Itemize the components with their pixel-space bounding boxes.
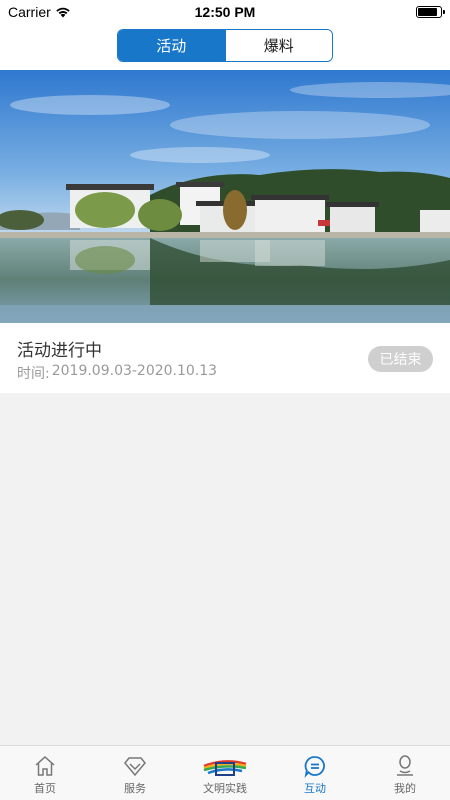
segment-report[interactable]: 爆料 bbox=[224, 30, 332, 61]
activity-time: 时间: 2019.09.03-2020.10.13 bbox=[17, 363, 217, 383]
segmented-control: 活动 爆料 bbox=[117, 29, 333, 62]
segment-activity[interactable]: 活动 bbox=[118, 30, 225, 61]
clock: 12:50 PM bbox=[194, 4, 256, 20]
tab-label: 互动 bbox=[304, 782, 326, 795]
top-navigation: 活动 爆料 bbox=[0, 26, 450, 70]
activity-card[interactable]: 活动进行中 时间: 2019.09.03-2020.10.13 已结束 bbox=[0, 70, 450, 393]
activity-time-range: 2019.09.03-2020.10.13 bbox=[51, 363, 218, 379]
tab-label: 服务 bbox=[124, 782, 146, 795]
user-icon bbox=[397, 755, 413, 776]
civilization-logo-icon bbox=[203, 760, 247, 776]
tab-label: 文明实践 bbox=[203, 782, 247, 795]
activity-cover-image bbox=[0, 70, 450, 323]
diamond-icon bbox=[124, 757, 146, 777]
activity-time-label: 时间: bbox=[17, 366, 50, 382]
tab-home[interactable]: 首页 bbox=[0, 746, 90, 800]
tab-interact[interactable]: 互动 bbox=[270, 746, 360, 800]
status-bar: Carrier 12:50 PM bbox=[0, 0, 450, 26]
tab-civilization[interactable]: 文明实践 bbox=[180, 746, 270, 800]
chat-icon bbox=[304, 756, 325, 778]
status-badge: 已结束 bbox=[368, 346, 433, 372]
battery-fill bbox=[418, 8, 437, 16]
home-icon bbox=[35, 755, 55, 776]
tab-bar: 首页 服务 文明实践 互动 我的 bbox=[0, 745, 450, 800]
tab-label: 我的 bbox=[394, 782, 416, 795]
tab-label: 首页 bbox=[34, 782, 56, 795]
battery-icon bbox=[416, 6, 445, 18]
activity-title: 活动进行中 bbox=[17, 341, 102, 361]
tab-service[interactable]: 服务 bbox=[90, 746, 180, 800]
tab-mine[interactable]: 我的 bbox=[360, 746, 450, 800]
